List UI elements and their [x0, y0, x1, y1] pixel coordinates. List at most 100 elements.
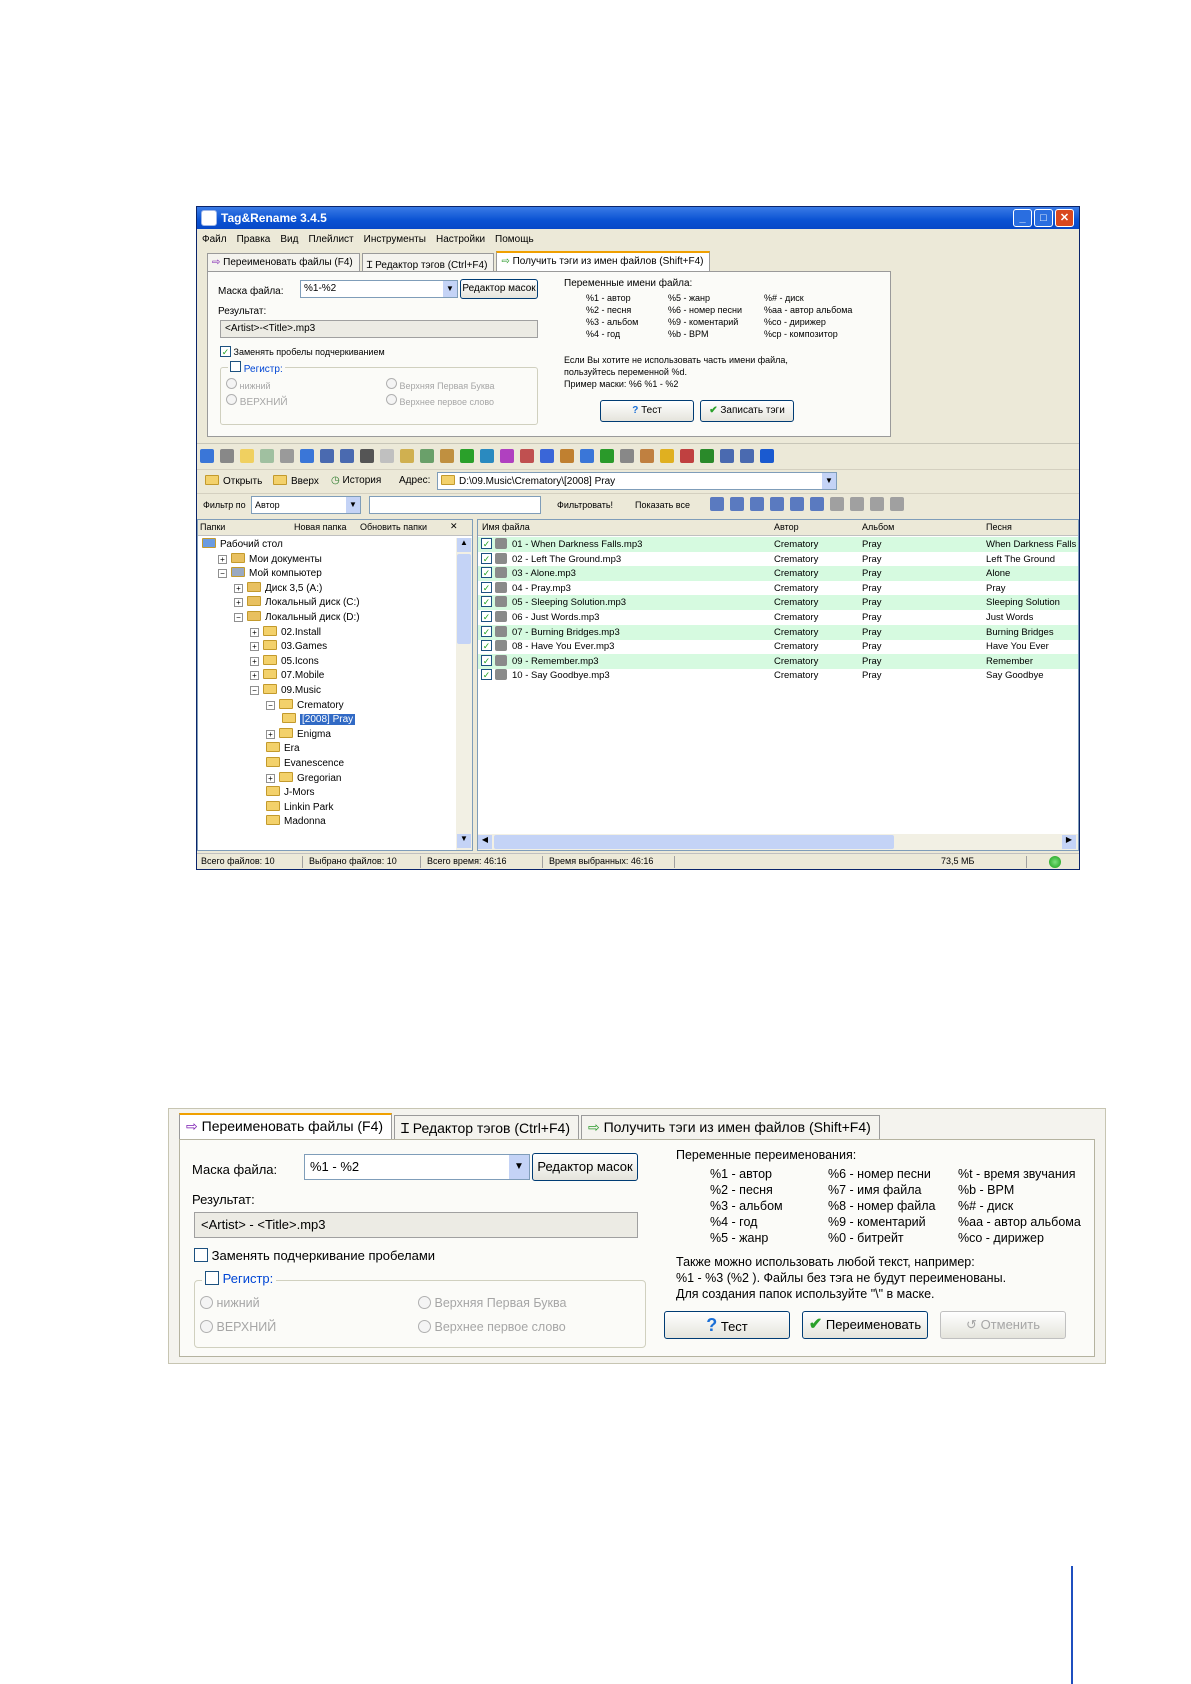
file-row[interactable]: 03 - Alone.mp3 Crematory Pray Alone: [478, 566, 1078, 582]
tree-node[interactable]: Рабочий стол: [202, 538, 283, 552]
collapse-icon[interactable]: −: [250, 686, 259, 695]
toolbar-tool-icon[interactable]: [320, 449, 334, 463]
file-row[interactable]: 06 - Just Words.mp3 Crematory Pray Just Wor…: [478, 610, 1078, 625]
tree-node[interactable]: [2008] Pray: [282, 713, 356, 727]
register-upper[interactable]: ВЕРХНИЙ: [226, 394, 288, 409]
filter-field-select[interactable]: Автор ▼: [251, 496, 361, 514]
file-checkbox[interactable]: [481, 654, 492, 666]
replace-checkbox-row-2[interactable]: Заменять подчеркивание пробелами: [194, 1248, 435, 1263]
file-checkbox[interactable]: [481, 625, 492, 637]
scroll-right-icon[interactable]: ▶: [1062, 835, 1076, 849]
tree-node[interactable]: Evanescence: [266, 757, 344, 771]
tree-node[interactable]: − Мой компьютер: [218, 567, 322, 581]
replace-checkbox-2[interactable]: [194, 1248, 208, 1262]
tree-node[interactable]: − 09.Music: [250, 684, 321, 698]
tree-node[interactable]: +03.Games: [250, 640, 327, 654]
tree-node[interactable]: +02.Install: [250, 625, 321, 640]
scroll-left-icon[interactable]: ◀: [478, 835, 492, 849]
view-option-icon[interactable]: [790, 497, 804, 511]
toolbar-tool-icon[interactable]: [640, 449, 654, 463]
tab-tags-from-filenames[interactable]: ⇨ Получить тэги из имен файлов (Shift+F4…: [496, 251, 711, 272]
rename-button[interactable]: ✔ Переименовать: [802, 1311, 928, 1339]
toolbar-tool-icon[interactable]: [680, 449, 694, 463]
file-checkbox[interactable]: [481, 581, 492, 593]
toolbar-tool-icon[interactable]: [660, 449, 674, 463]
close-tree-button[interactable]: ✕: [450, 521, 458, 532]
test-button[interactable]: ? Тест: [600, 400, 694, 422]
new-folder-button[interactable]: Новая папка: [294, 522, 346, 532]
menu-tools[interactable]: Инструменты: [359, 231, 431, 245]
tree-node[interactable]: +05.Icons: [250, 654, 319, 669]
register-title-case-2[interactable]: Верхняя Первая Буква: [418, 1296, 566, 1310]
collapse-icon[interactable]: −: [234, 613, 243, 622]
menu-settings[interactable]: Настройки: [431, 231, 490, 245]
register-checkbox-row-2[interactable]: Регистр:: [202, 1271, 277, 1286]
view-option-icon[interactable]: [870, 497, 884, 511]
tree-node[interactable]: − Crematory: [266, 698, 344, 713]
toolbar-tool-icon[interactable]: [700, 449, 714, 463]
tab-tag-editor[interactable]: Ɪ Редактор тэгов (Ctrl+F4): [361, 253, 495, 272]
write-tags-button[interactable]: ✔ Записать тэги: [700, 400, 794, 422]
tree-node[interactable]: − Локальный диск (D:): [234, 611, 360, 625]
column-filename[interactable]: Имя файла: [482, 522, 530, 532]
register-title-case[interactable]: Верхняя Первая Буква: [386, 378, 495, 392]
file-checkbox[interactable]: [481, 611, 492, 622]
file-row[interactable]: 04 - Pray.mp3 Crematory Pray Pray: [478, 581, 1078, 596]
expand-icon[interactable]: +: [250, 671, 259, 681]
register-first-word[interactable]: Верхнее первое слово: [386, 394, 494, 408]
toolbar-tool-icon[interactable]: [240, 449, 254, 463]
file-row[interactable]: 07 - Burning Bridges.mp3 Crematory Pray Bur…: [478, 624, 1078, 640]
register-lower-2[interactable]: нижний: [200, 1296, 260, 1310]
menu-file[interactable]: Файл: [197, 231, 232, 245]
file-row[interactable]: 01 - When Darkness Falls.mp3 Crematory Pra…: [478, 537, 1078, 552]
collapse-icon[interactable]: −: [218, 569, 227, 579]
cancel-button[interactable]: ↺ Отменить: [940, 1311, 1066, 1339]
file-row[interactable]: 08 - Have You Ever.mp3 Crematory Pray Have …: [478, 639, 1078, 654]
collapse-icon[interactable]: −: [266, 700, 275, 710]
view-option-icon[interactable]: [810, 497, 824, 511]
expand-icon[interactable]: +: [234, 598, 243, 608]
replace-spaces-checkbox[interactable]: [220, 346, 231, 357]
file-checkbox[interactable]: [481, 538, 492, 549]
maximize-button[interactable]: □: [1034, 209, 1053, 227]
tree-node[interactable]: + Enigma: [266, 727, 331, 742]
file-checkbox[interactable]: [481, 567, 492, 579]
expand-icon[interactable]: +: [218, 554, 227, 564]
view-option-icon[interactable]: [770, 497, 784, 511]
tree-scrollbar[interactable]: ▲ ▼: [456, 538, 472, 850]
toolbar-tool-icon[interactable]: [740, 449, 754, 463]
scroll-down-icon[interactable]: ▼: [457, 834, 471, 848]
up-button[interactable]: Вверх: [273, 475, 319, 488]
menu-playlist[interactable]: Плейлист: [303, 231, 358, 245]
toolbar-tool-icon[interactable]: [760, 449, 774, 463]
toolbar-tool-icon[interactable]: [220, 449, 234, 463]
register-first-word-2[interactable]: Верхнее первое слово: [418, 1320, 566, 1334]
view-option-icon[interactable]: [730, 497, 744, 511]
view-option-icon[interactable]: [830, 497, 844, 511]
register-lower[interactable]: нижний: [226, 378, 271, 392]
toolbar-tool-icon[interactable]: [500, 449, 514, 463]
open-button[interactable]: Открыть: [205, 475, 262, 488]
file-row[interactable]: 02 - Left The Ground.mp3 Crematory Pray Lef…: [478, 552, 1078, 567]
file-checkbox[interactable]: [481, 552, 492, 564]
expand-icon[interactable]: +: [266, 729, 275, 739]
toolbar-tool-icon[interactable]: [260, 449, 274, 463]
mask-select[interactable]: %1-%2 ▼: [300, 280, 458, 298]
chevron-down-icon[interactable]: ▼: [346, 497, 360, 513]
view-option-icon[interactable]: [710, 497, 724, 511]
mask-editor-button-2[interactable]: Редактор масок: [532, 1153, 638, 1181]
column-album[interactable]: Альбом: [862, 522, 894, 532]
tree-node[interactable]: + Локальный диск (C:): [234, 596, 360, 610]
register-checkbox-row[interactable]: Регистр:: [228, 361, 285, 376]
toolbar-tool-icon[interactable]: [280, 449, 294, 463]
column-song[interactable]: Песня: [986, 522, 1012, 532]
toolbar-tool-icon[interactable]: [560, 449, 574, 463]
test-button-2[interactable]: ? Тест: [664, 1311, 790, 1339]
history-button[interactable]: ◷ История: [331, 475, 381, 487]
toolbar-tool-icon[interactable]: [480, 449, 494, 463]
list-scroll-thumb[interactable]: [494, 835, 894, 849]
toolbar-tool-icon[interactable]: [340, 449, 354, 463]
toolbar-tool-icon[interactable]: [620, 449, 634, 463]
menu-view[interactable]: Вид: [275, 231, 303, 245]
menu-help[interactable]: Помощь: [490, 231, 539, 245]
